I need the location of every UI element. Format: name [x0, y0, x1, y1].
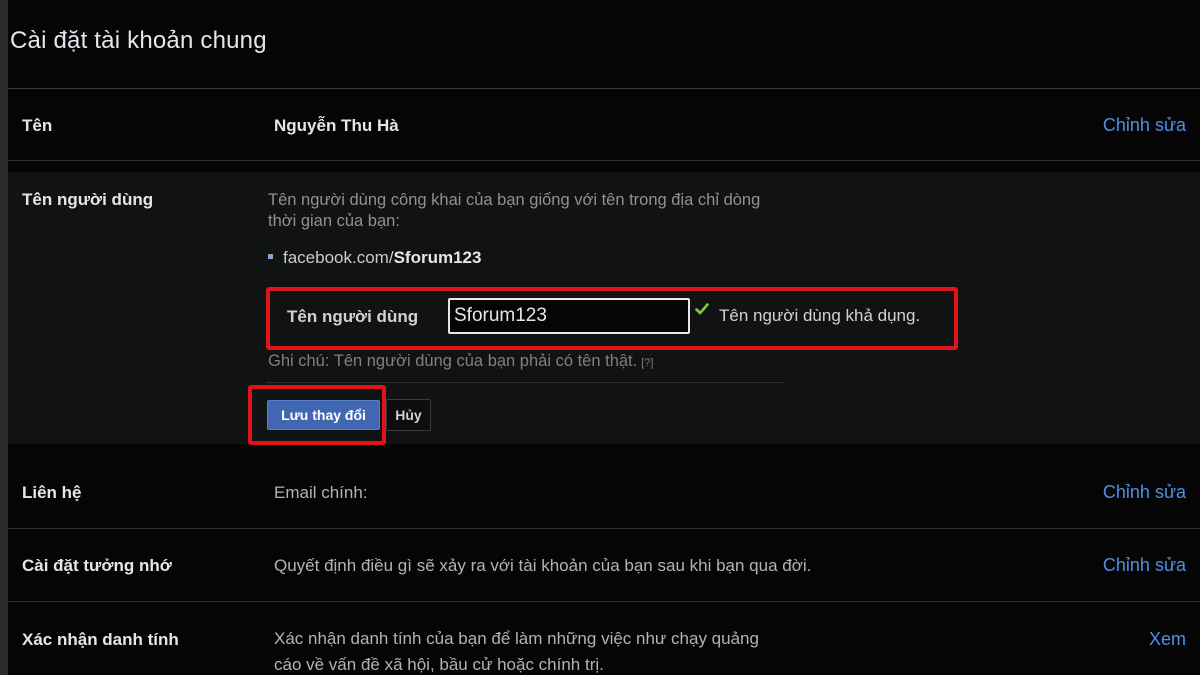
username-edit-panel: Tên người dùng Tên người dùng công khai …: [8, 172, 1200, 445]
row-divider: [8, 160, 1200, 161]
memorial-row-value: Quyết định điều gì sẽ xảy ra với tài kho…: [274, 556, 812, 575]
identity-view-link[interactable]: Xem: [1149, 629, 1186, 650]
identity-row-label: Xác nhận danh tính: [22, 630, 179, 649]
username-note: Ghi chú: Tên người dùng của bạn phải có …: [268, 352, 653, 371]
save-changes-button[interactable]: Lưu thay đổi: [267, 400, 380, 430]
memorial-edit-link[interactable]: Chỉnh sửa: [1103, 555, 1186, 576]
settings-page: Cài đặt tài khoản chung Tên Nguyễn Thu H…: [8, 0, 1200, 675]
username-note-text: Ghi chú: Tên người dùng của bạn phải có …: [268, 352, 638, 370]
contact-row-value: Email chính:: [274, 483, 368, 502]
bullet-icon: [268, 254, 273, 260]
username-description: Tên người dùng công khai của bạn giống v…: [268, 191, 761, 230]
username-field-label: Tên người dùng: [287, 307, 419, 326]
check-icon: [695, 303, 709, 315]
panel-divider: [266, 382, 784, 383]
profile-url: facebook.com/Sforum123: [268, 248, 481, 268]
page-title: Cài đặt tài khoản chung: [10, 27, 267, 54]
name-edit-link[interactable]: Chỉnh sửa: [1103, 115, 1186, 136]
url-handle: Sforum123: [393, 248, 482, 267]
contact-edit-link[interactable]: Chỉnh sửa: [1103, 482, 1186, 503]
contact-row-label: Liên hệ: [22, 483, 82, 502]
row-divider: [8, 528, 1200, 529]
name-row-label: Tên: [22, 116, 53, 135]
title-divider: [8, 88, 1200, 89]
help-link[interactable]: [?]: [641, 357, 653, 369]
identity-value-line-2: cáo về vấn đề xã hội, bầu cử hoặc chính …: [274, 655, 604, 674]
availability-status: Tên người dùng khả dụng.: [719, 306, 921, 325]
name-row-value: Nguyễn Thu Hà: [274, 116, 399, 135]
identity-value-line-1: Xác nhận danh tính của bạn để làm những …: [274, 629, 759, 648]
identity-row-value: Xác nhận danh tính của bạn để làm những …: [274, 626, 759, 675]
memorial-row-label: Cài đặt tưởng nhớ: [22, 556, 172, 575]
url-prefix: facebook.com/: [283, 248, 394, 267]
username-input[interactable]: [448, 298, 690, 334]
row-divider: [8, 601, 1200, 602]
username-row-label: Tên người dùng: [22, 190, 154, 209]
cancel-button[interactable]: Hủy: [386, 399, 431, 431]
